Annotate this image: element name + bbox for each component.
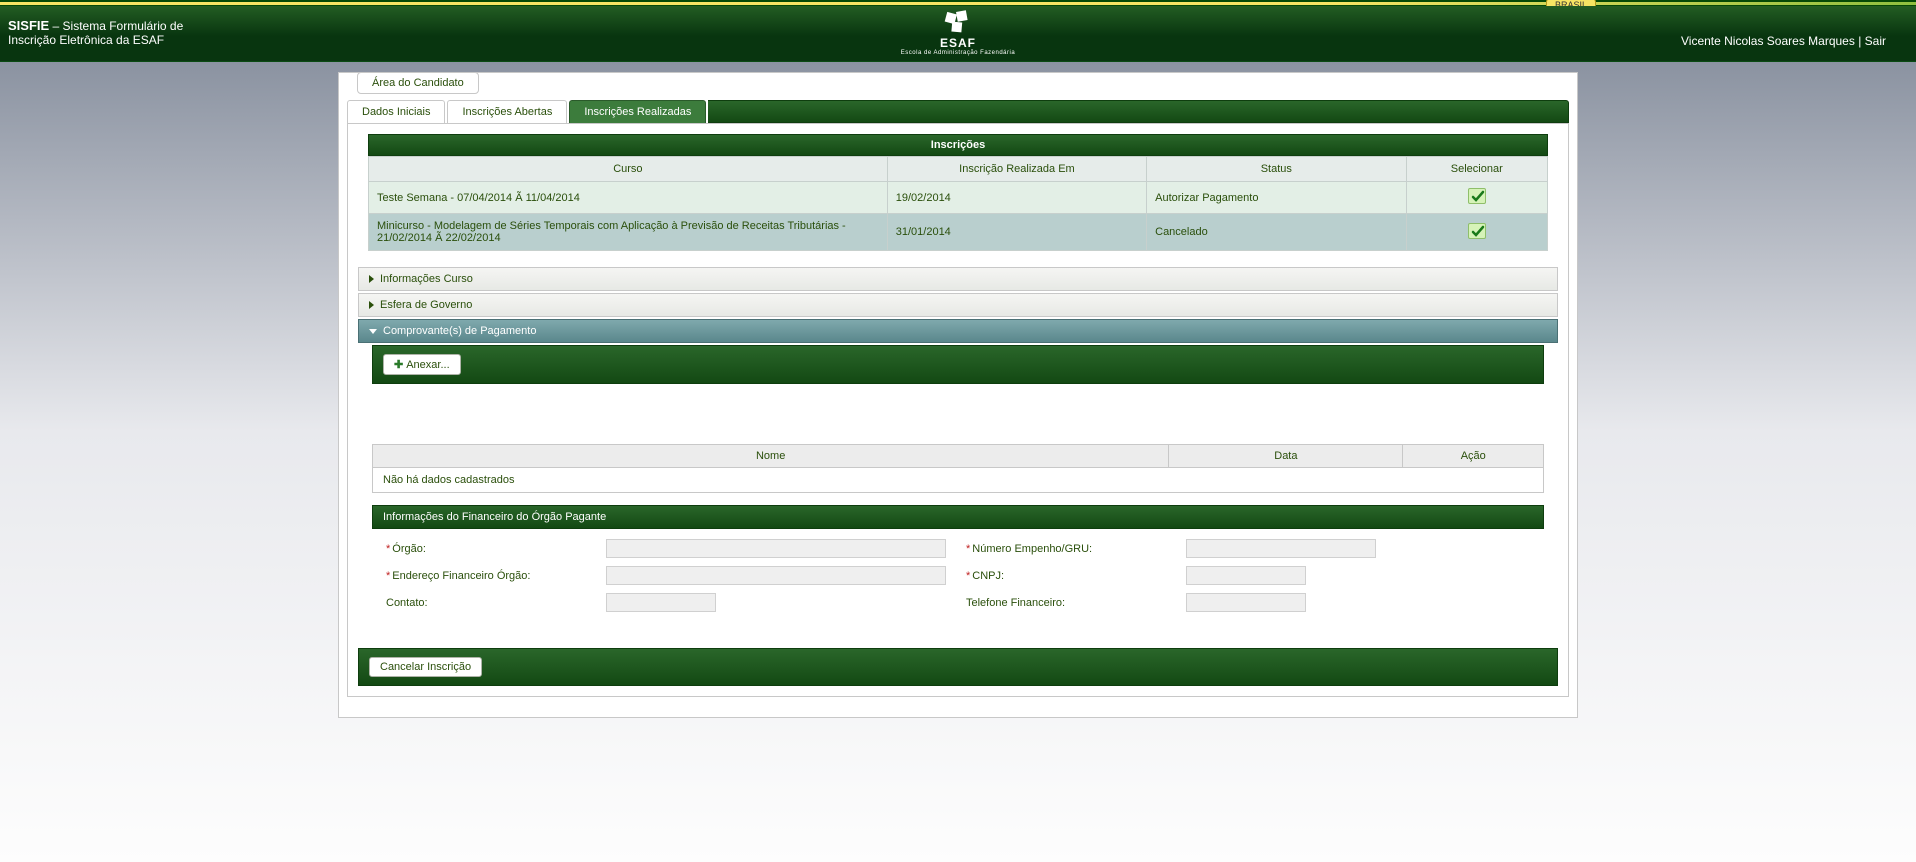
plus-icon: ✚ — [394, 359, 403, 371]
user-area: Vicente Nicolas Soares Marques | Sair — [1681, 34, 1886, 48]
esaf-logo: ESAF Escola de Administração Fazendária — [901, 10, 1015, 56]
table-row: Minicurso - Modelagem de Séries Temporai… — [369, 214, 1548, 251]
fieldset-label: Área do Candidato — [357, 72, 479, 94]
col-status: Status — [1147, 157, 1406, 182]
label-orgao: Órgão: — [392, 543, 426, 555]
accordion-label: Esfera de Governo — [380, 299, 472, 311]
accordion-comprovantes-pagamento[interactable]: Comprovante(s) de Pagamento — [358, 319, 1558, 343]
accordion: Informações Curso Esfera de Governo Comp… — [358, 267, 1558, 624]
col-nome: Nome — [373, 445, 1169, 468]
tabs: Dados Iniciais Inscrições Abertas Inscri… — [347, 100, 1569, 123]
cell-status: Cancelado — [1147, 214, 1406, 251]
anexar-label: Anexar... — [406, 359, 449, 371]
cell-data: 31/01/2014 — [887, 214, 1146, 251]
caret-right-icon — [369, 275, 374, 283]
orgao-input[interactable] — [606, 539, 946, 558]
cnpj-input[interactable] — [1186, 566, 1306, 585]
financeiro-title: Informações do Financeiro do Órgão Pagan… — [372, 505, 1544, 529]
telefone-input[interactable] — [1186, 593, 1306, 612]
title-line2: Inscrição Eletrônica da ESAF — [8, 33, 183, 47]
inscricoes-title: Inscrições — [368, 134, 1548, 156]
tab-inscricoes-realizadas[interactable]: Inscrições Realizadas — [569, 100, 706, 123]
col-data: Data — [1169, 445, 1403, 468]
logout-link[interactable]: Sair — [1865, 34, 1886, 48]
cell-curso: Minicurso - Modelagem de Séries Temporai… — [369, 214, 888, 251]
accordion-informacoes-curso[interactable]: Informações Curso — [358, 267, 1558, 291]
label-numero: Número Empenho/GRU: — [972, 543, 1092, 555]
footer-bar: Cancelar Inscrição — [358, 648, 1558, 686]
accordion-label: Informações Curso — [380, 273, 473, 285]
col-selecionar: Selecionar — [1406, 157, 1548, 182]
anexar-button[interactable]: ✚Anexar... — [383, 354, 461, 375]
financeiro-section: Informações do Financeiro do Órgão Pagan… — [372, 505, 1544, 624]
label-endereco: Endereço Financeiro Órgão: — [392, 570, 530, 582]
cell-status: Autorizar Pagamento — [1147, 182, 1406, 214]
col-curso: Curso — [369, 157, 888, 182]
cell-curso: Teste Semana - 07/04/2014 Ã 11/04/2014 — [369, 182, 888, 214]
tabstrip-fill — [708, 100, 1569, 123]
accordion-esfera-governo[interactable]: Esfera de Governo — [358, 293, 1558, 317]
anexar-bar: ✚Anexar... — [372, 345, 1544, 384]
app-title: SISFIE – Sistema Formulário de Inscrição… — [8, 18, 183, 47]
attachments-table: Nome Data Ação Não há dados cadastrados — [372, 444, 1544, 493]
col-data: Inscrição Realizada Em — [887, 157, 1146, 182]
label-telefone: Telefone Financeiro: — [966, 597, 1065, 609]
table-row-empty: Não há dados cadastrados — [373, 468, 1544, 493]
contato-input[interactable] — [606, 593, 716, 612]
tab-dados-iniciais[interactable]: Dados Iniciais — [347, 100, 445, 123]
col-acao: Ação — [1403, 445, 1544, 468]
user-name: Vicente Nicolas Soares Marques — [1681, 34, 1855, 48]
table-row: Teste Semana - 07/04/2014 Ã 11/04/2014 1… — [369, 182, 1548, 214]
logo-caption: ESAF — [901, 36, 1015, 50]
accordion-label: Comprovante(s) de Pagamento — [383, 325, 536, 337]
cell-data: 19/02/2014 — [887, 182, 1146, 214]
tab-panel: Inscrições Curso Inscrição Realizada Em … — [347, 123, 1569, 697]
tab-inscricoes-abertas[interactable]: Inscrições Abertas — [447, 100, 567, 123]
select-row-button[interactable] — [1468, 223, 1486, 239]
empty-message: Não há dados cadastrados — [373, 468, 1544, 493]
caret-right-icon — [369, 301, 374, 309]
logo-sub: Escola de Administração Fazendária — [901, 50, 1015, 56]
label-cnpj: CNPJ: — [972, 570, 1004, 582]
app-header: SISFIE – Sistema Formulário de Inscrição… — [0, 6, 1916, 62]
separator: | — [1855, 34, 1865, 48]
endereco-input[interactable] — [606, 566, 946, 585]
label-contato: Contato: — [386, 597, 428, 609]
caret-down-icon — [369, 329, 377, 334]
numero-empenho-input[interactable] — [1186, 539, 1376, 558]
inscricoes-table: Curso Inscrição Realizada Em Status Sele… — [368, 156, 1548, 251]
select-row-button[interactable] — [1468, 188, 1486, 204]
title-rest: – Sistema Formulário de — [49, 19, 183, 33]
title-bold: SISFIE — [8, 18, 49, 33]
cancelar-inscricao-button[interactable]: Cancelar Inscrição — [369, 657, 482, 677]
main-panel: Área do Candidato Dados Iniciais Inscriç… — [338, 72, 1578, 718]
